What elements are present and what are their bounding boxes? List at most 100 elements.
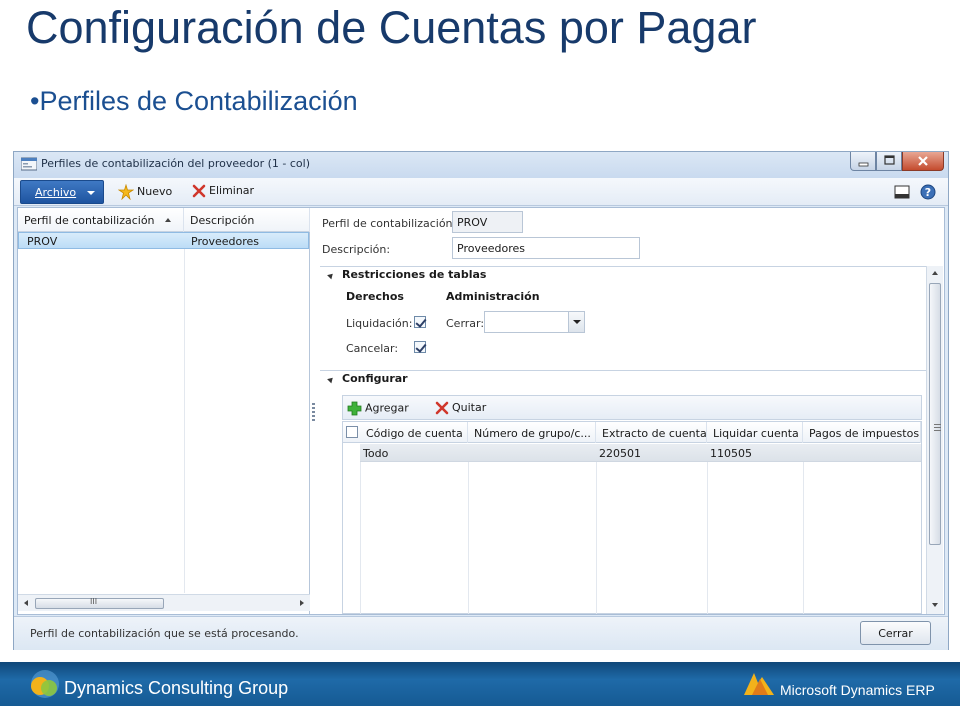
cell-liquidar: 110505 xyxy=(710,447,752,460)
scroll-grip-label: III xyxy=(90,597,98,606)
maximize-icon xyxy=(884,155,895,165)
detail-pane: Perfil de contabilización: PROV Descripc… xyxy=(316,208,944,614)
cancelar-label: Cancelar: xyxy=(346,342,399,355)
archivo-menu-button[interactable]: Archivo xyxy=(20,180,104,204)
col-header-descripcion[interactable]: Descripción xyxy=(184,208,310,232)
vertical-scrollbar[interactable] xyxy=(926,266,943,614)
close-button[interactable]: Cerrar xyxy=(860,621,931,645)
title-bar[interactable]: Perfiles de contabilización del proveedo… xyxy=(14,152,948,178)
scroll-up-icon[interactable] xyxy=(932,271,938,275)
slide-title: Configuración de Cuentas por Pagar xyxy=(26,2,757,53)
scroll-down-icon[interactable] xyxy=(932,603,938,607)
minimize-icon xyxy=(858,162,869,167)
col-header-codigo[interactable]: Código de cuenta xyxy=(360,422,468,443)
orb-logo-icon xyxy=(31,670,59,698)
status-text: Perfil de contabilización que se está pr… xyxy=(30,627,299,640)
footer-brand: Microsoft Dynamics ERP xyxy=(780,682,935,698)
close-window-button[interactable] xyxy=(902,152,944,171)
delete-button[interactable]: Eliminar xyxy=(192,184,254,202)
chevron-down-icon[interactable] xyxy=(568,312,584,332)
descripcion-field-label: Descripción: xyxy=(322,243,391,256)
liquidacion-label: Liquidación: xyxy=(346,317,413,330)
action-pane: Archivo Nuevo Eliminar ? xyxy=(14,178,948,206)
new-star-icon xyxy=(118,184,134,200)
scroll-thumb[interactable] xyxy=(929,283,941,545)
archivo-label: Archivo xyxy=(35,186,77,199)
scroll-thumb[interactable]: III xyxy=(35,597,164,609)
cell-codigo: Todo xyxy=(363,447,389,460)
add-label: Agregar xyxy=(365,401,409,415)
pane-splitter[interactable] xyxy=(312,403,315,421)
horizontal-scrollbar[interactable]: III xyxy=(18,594,310,611)
cancelar-checkbox[interactable] xyxy=(414,341,426,353)
cell-grupo xyxy=(468,444,471,462)
descripcion-field[interactable]: Proveedores xyxy=(452,237,640,259)
form-body: Perfil de contabilización Descripción PR… xyxy=(17,207,945,615)
new-button[interactable]: Nuevo xyxy=(118,184,172,202)
svg-text:?: ? xyxy=(925,186,931,199)
close-icon xyxy=(918,156,928,166)
table-row[interactable]: PROV Proveedores xyxy=(18,232,309,249)
microsoft-dynamics-logo-icon xyxy=(744,673,774,695)
collapse-caret-icon xyxy=(327,271,335,280)
posting-profiles-window: Perfiles de contabilización del proveedo… xyxy=(13,151,949,650)
table-row[interactable]: Todo 220501 110505 xyxy=(360,444,921,462)
remove-label: Quitar xyxy=(452,401,487,414)
list-header: Perfil de contabilización Descripción xyxy=(18,208,310,232)
col-header-grupo[interactable]: Número de grupo/c... xyxy=(468,422,596,443)
delete-x-icon xyxy=(192,184,206,198)
footer-company-name: Dynamics Consulting Group xyxy=(64,678,289,698)
cell-perfil: PROV xyxy=(27,235,58,248)
fasttab-configurar-title: Configurar xyxy=(342,372,408,385)
scroll-right-icon[interactable] xyxy=(300,600,304,606)
column-divider xyxy=(360,462,361,614)
configurar-toolbar: Agregar Quitar xyxy=(342,395,922,420)
status-bar: Perfil de contabilización que se está pr… xyxy=(14,616,948,650)
liquidacion-checkbox[interactable] xyxy=(414,316,426,328)
select-all-checkbox[interactable] xyxy=(346,426,358,438)
remove-x-icon xyxy=(435,401,449,415)
delete-label: Eliminar xyxy=(209,184,255,197)
add-plus-icon xyxy=(347,401,362,416)
cell-pagos xyxy=(803,444,806,462)
app-form-icon xyxy=(21,157,37,171)
new-label: Nuevo xyxy=(137,185,173,198)
cell-descripcion: Proveedores xyxy=(191,235,259,248)
col-header-liquidar[interactable]: Liquidar cuenta xyxy=(707,422,803,443)
column-divider xyxy=(707,462,708,614)
sort-ascending-icon xyxy=(165,218,171,222)
view-layout-icon[interactable] xyxy=(894,184,910,200)
fasttab-restricciones-title: Restricciones de tablas xyxy=(342,268,487,281)
maximize-button[interactable] xyxy=(876,152,902,171)
minimize-button[interactable] xyxy=(850,152,876,171)
cerrar-field-label: Cerrar: xyxy=(446,317,485,330)
fasttab-restricciones[interactable]: Restricciones de tablas xyxy=(320,266,940,284)
window-title: Perfiles de contabilización del proveedo… xyxy=(41,157,310,170)
perfil-field-label: Perfil de contabilización: xyxy=(322,217,457,230)
profiles-list-grid: Perfil de contabilización Descripción PR… xyxy=(18,208,310,614)
scroll-left-icon[interactable] xyxy=(24,600,28,606)
col-header-extracto[interactable]: Extracto de cuenta xyxy=(596,422,707,443)
setup-grid: Código de cuenta Número de grupo/c... Ex… xyxy=(342,421,922,614)
derechos-heading: Derechos xyxy=(346,290,404,303)
chevron-down-icon xyxy=(87,191,95,195)
cell-extracto: 220501 xyxy=(599,447,641,460)
perfil-field[interactable]: PROV xyxy=(452,211,523,233)
slide: Configuración de Cuentas por Pagar •Perf… xyxy=(0,0,960,720)
column-divider xyxy=(596,462,597,614)
column-divider xyxy=(184,249,185,593)
setup-grid-header: Código de cuenta Número de grupo/c... Ex… xyxy=(343,422,921,443)
fasttab-configurar[interactable]: Configurar xyxy=(320,370,940,388)
remove-button[interactable]: Quitar xyxy=(435,401,486,415)
col-header-pagos[interactable]: Pagos de impuestos xyxy=(803,422,921,443)
column-divider xyxy=(468,462,469,614)
slide-bullet: •Perfiles de Contabilización xyxy=(30,86,358,116)
add-button[interactable]: Agregar xyxy=(347,401,409,416)
help-icon[interactable]: ? xyxy=(920,184,936,200)
scroll-grip-icon xyxy=(934,424,941,431)
administracion-heading: Administración xyxy=(446,290,540,303)
cerrar-dropdown[interactable] xyxy=(484,311,585,333)
col-header-perfil[interactable]: Perfil de contabilización xyxy=(18,208,184,232)
column-divider xyxy=(803,462,804,614)
collapse-caret-icon xyxy=(327,375,335,384)
